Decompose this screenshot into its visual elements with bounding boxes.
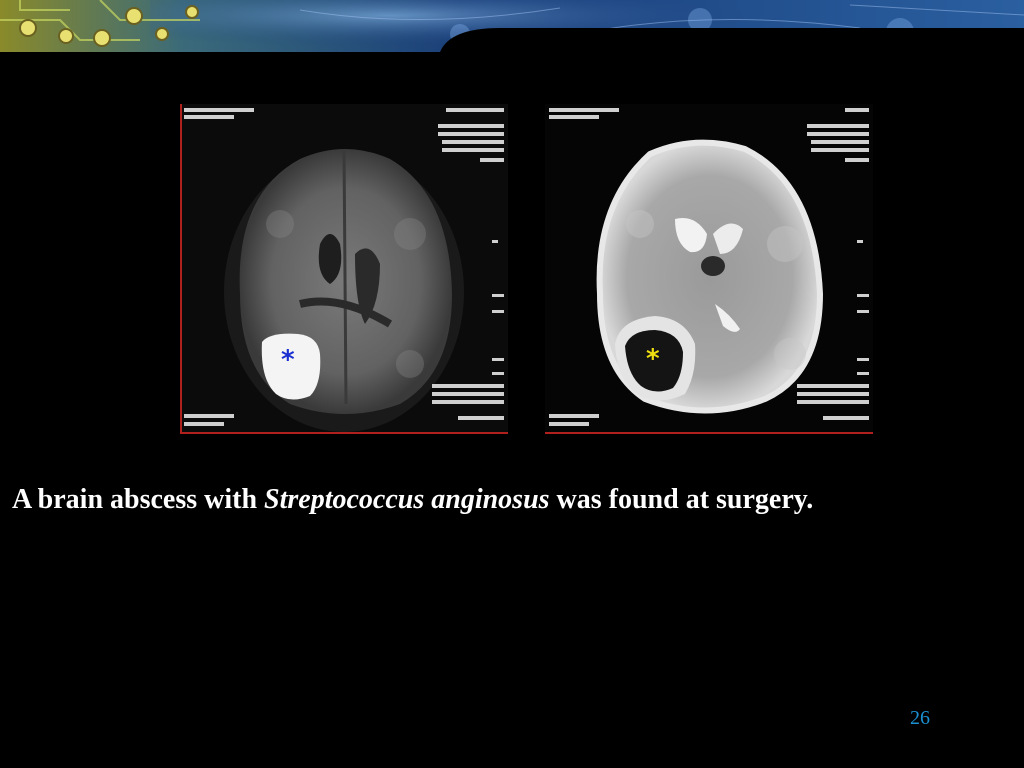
slide-caption: A brain abscess with Streptococcus angin… — [12, 483, 1012, 517]
image-frame-bottom — [545, 432, 873, 434]
image-frame-bottom — [180, 432, 508, 434]
mri-image-adc: * — [545, 104, 873, 434]
caption-suffix: was found at surgery. — [549, 484, 814, 515]
abscess-marker-asterisk: * — [646, 344, 660, 374]
caption-organism: Streptococcus anginosus — [264, 484, 550, 515]
abscess-marker-asterisk: * — [281, 345, 295, 375]
image-frame-left — [180, 104, 182, 434]
caption-prefix: A brain abscess with — [12, 484, 265, 515]
decorative-banner — [0, 0, 1024, 52]
mri-image-dwi: * — [180, 104, 508, 434]
page-number: 26 — [910, 707, 930, 729]
